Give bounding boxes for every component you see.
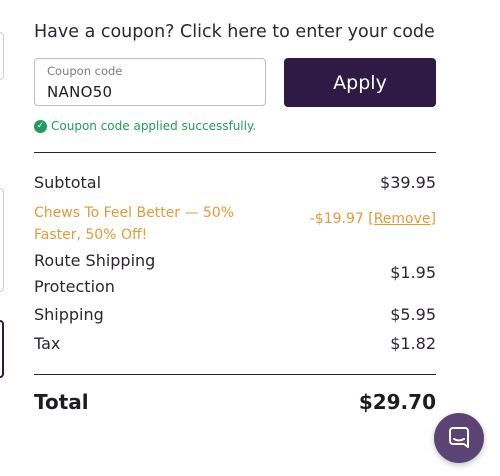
- total-value: $29.70: [358, 390, 436, 414]
- adjacent-card-edge-selected: [0, 320, 4, 378]
- shipping-value: $5.95: [390, 305, 436, 324]
- coupon-prompt-link[interactable]: Have a coupon? Click here to enter your …: [34, 22, 435, 42]
- chat-bubble-icon: [449, 427, 469, 448]
- summary-divider-bottom: [34, 374, 436, 375]
- summary-divider-top: [34, 152, 436, 153]
- adjacent-card-edge: [0, 32, 4, 80]
- apply-coupon-button[interactable]: Apply: [284, 58, 436, 107]
- route-protection-value: $1.95: [390, 263, 436, 282]
- coupon-code-field[interactable]: Coupon code: [34, 58, 266, 106]
- discount-amount: -$19.97: [309, 211, 364, 227]
- route-protection-label: Route Shipping Protection: [34, 251, 156, 296]
- coupon-success-message: ✓ Coupon code applied successfully.: [34, 119, 256, 133]
- discount-value: -$19.97 [Remove]: [310, 211, 436, 227]
- subtotal-label: Subtotal: [34, 173, 102, 192]
- chat-button[interactable]: [434, 413, 484, 463]
- tax-value: $1.82: [390, 334, 436, 353]
- total-label: Total: [34, 390, 89, 414]
- check-circle-icon: ✓: [34, 119, 47, 133]
- shipping-label: Shipping: [34, 305, 104, 324]
- subtotal-value: $39.95: [380, 173, 436, 192]
- coupon-success-text: Coupon code applied successfully.: [51, 119, 257, 133]
- tax-label: Tax: [34, 334, 61, 353]
- coupon-code-input[interactable]: [47, 83, 257, 101]
- discount-label: Chews To Feel Better — 50% Faster, 50% O…: [34, 205, 235, 243]
- coupon-code-label: Coupon code: [47, 64, 123, 78]
- adjacent-card-edge: [0, 188, 4, 292]
- remove-discount-link[interactable]: [Remove]: [368, 211, 436, 227]
